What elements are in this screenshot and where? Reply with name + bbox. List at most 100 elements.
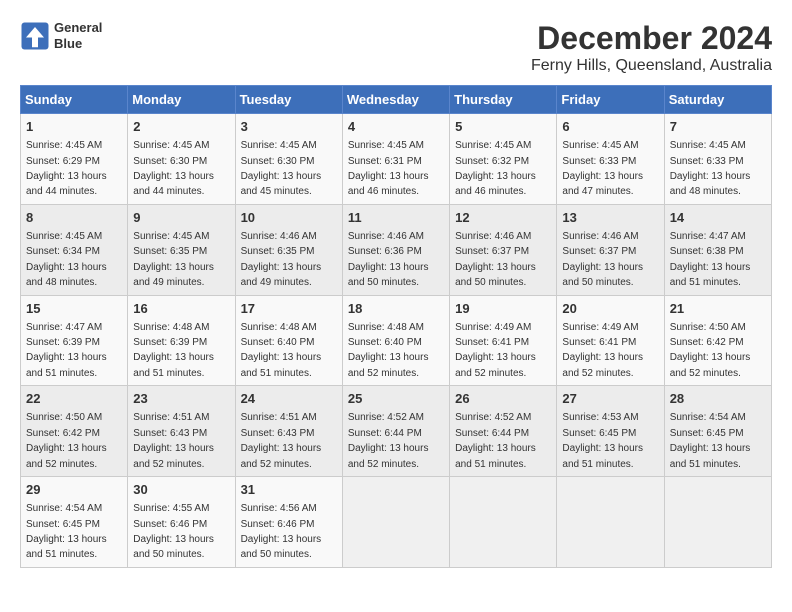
calendar-cell: 2Sunrise: 4:45 AMSunset: 6:30 PMDaylight… — [128, 114, 235, 205]
day-of-week-header: Wednesday — [342, 86, 449, 114]
sunrise-info: Sunrise: 4:46 AM — [241, 231, 317, 242]
sunrise-info: Sunrise: 4:45 AM — [26, 231, 102, 242]
title-block: December 2024 Ferny Hills, Queensland, A… — [531, 20, 772, 75]
calendar-cell — [450, 477, 557, 568]
calendar-cell: 22Sunrise: 4:50 AMSunset: 6:42 PMDayligh… — [21, 386, 128, 477]
sunset-info: Sunset: 6:41 PM — [562, 337, 636, 348]
calendar-cell: 6Sunrise: 4:45 AMSunset: 6:33 PMDaylight… — [557, 114, 664, 205]
day-number: 1 — [26, 118, 122, 136]
calendar-cell: 21 Sunrise: 4:50 AM Sunset: 6:42 PM Dayligh… — [664, 295, 771, 386]
sunset-info: Sunset: 6:30 PM — [133, 156, 207, 167]
calendar-cell: 19Sunrise: 4:49 AMSunset: 6:41 PMDayligh… — [450, 295, 557, 386]
day-number: 21 — [670, 300, 766, 318]
daylight-info: Daylight: 13 hours and 45 minutes. — [241, 171, 322, 197]
sunset-info: Sunset: 6:45 PM — [26, 519, 100, 530]
day-number: 20 — [562, 300, 658, 318]
sunset-info: Sunset: 6:37 PM — [455, 246, 529, 257]
calendar-title: December 2024 — [531, 20, 772, 57]
sunrise-info: Sunrise: 4:52 AM — [455, 412, 531, 423]
calendar-cell: 12 Sunrise: 4:46 AM Sunset: 6:37 PM Dayligh… — [450, 204, 557, 295]
sunrise-info: Sunrise: 4:54 AM — [670, 412, 746, 423]
day-number: 12 — [455, 209, 551, 227]
daylight-info: Daylight: 13 hours and 51 minutes. — [241, 352, 322, 378]
daylight-info: Daylight: 13 hours and 51 minutes. — [562, 443, 643, 469]
sunset-info: Sunset: 6:37 PM — [562, 246, 636, 257]
sunset-info: Sunset: 6:43 PM — [133, 428, 207, 439]
day-number: 19 — [455, 300, 551, 318]
calendar-cell: 29Sunrise: 4:54 AMSunset: 6:45 PMDayligh… — [21, 477, 128, 568]
sunset-info: Sunset: 6:33 PM — [670, 156, 744, 167]
day-of-week-header: Thursday — [450, 86, 557, 114]
calendar-cell — [342, 477, 449, 568]
calendar-week-row: 1 Sunrise: 4:45 AM Sunset: 6:29 PM Daylight… — [21, 114, 772, 205]
day-of-week-header: Saturday — [664, 86, 771, 114]
logo-text: General Blue — [54, 20, 102, 51]
daylight-info: Daylight: 13 hours and 52 minutes. — [670, 352, 751, 378]
sunset-info: Sunset: 6:45 PM — [562, 428, 636, 439]
sunrise-info: Sunrise: 4:50 AM — [670, 322, 746, 333]
day-number: 2 — [133, 118, 229, 136]
sunrise-info: Sunrise: 4:55 AM — [133, 503, 209, 514]
calendar-week-row: 22Sunrise: 4:50 AMSunset: 6:42 PMDayligh… — [21, 386, 772, 477]
calendar-cell: 31Sunrise: 4:56 AMSunset: 6:46 PMDayligh… — [235, 477, 342, 568]
logo-line2: Blue — [54, 36, 102, 52]
calendar-cell: 30Sunrise: 4:55 AMSunset: 6:46 PMDayligh… — [128, 477, 235, 568]
daylight-info: Daylight: 13 hours and 52 minutes. — [241, 443, 322, 469]
daylight-info: Daylight: 13 hours and 50 minutes. — [348, 262, 429, 288]
calendar-cell: 26Sunrise: 4:52 AMSunset: 6:44 PMDayligh… — [450, 386, 557, 477]
calendar-subtitle: Ferny Hills, Queensland, Australia — [531, 57, 772, 75]
sunrise-info: Sunrise: 4:45 AM — [670, 140, 746, 151]
sunrise-info: Sunrise: 4:45 AM — [562, 140, 638, 151]
sunrise-info: Sunrise: 4:47 AM — [670, 231, 746, 242]
daylight-info: Daylight: 13 hours and 50 minutes. — [455, 262, 536, 288]
daylight-info: Daylight: 13 hours and 51 minutes. — [26, 352, 107, 378]
logo-icon — [20, 21, 50, 51]
daylight-info: Daylight: 13 hours and 52 minutes. — [455, 352, 536, 378]
day-number: 26 — [455, 390, 551, 408]
logo-line1: General — [54, 20, 102, 36]
sunset-info: Sunset: 6:46 PM — [133, 519, 207, 530]
calendar-week-row: 29Sunrise: 4:54 AMSunset: 6:45 PMDayligh… — [21, 477, 772, 568]
day-number: 4 — [348, 118, 444, 136]
day-of-week-header: Monday — [128, 86, 235, 114]
calendar-cell: 8Sunrise: 4:45 AMSunset: 6:34 PMDaylight… — [21, 204, 128, 295]
sunrise-info: Sunrise: 4:45 AM — [241, 140, 317, 151]
day-number: 10 — [241, 209, 337, 227]
day-number: 15 — [26, 300, 122, 318]
calendar-cell: 7Sunrise: 4:45 AMSunset: 6:33 PMDaylight… — [664, 114, 771, 205]
sunset-info: Sunset: 6:31 PM — [348, 156, 422, 167]
sunset-info: Sunset: 6:36 PM — [348, 246, 422, 257]
sunset-info: Sunset: 6:46 PM — [241, 519, 315, 530]
sunset-info: Sunset: 6:43 PM — [241, 428, 315, 439]
daylight-info: Daylight: 13 hours and 46 minutes. — [348, 171, 429, 197]
sunset-info: Sunset: 6:35 PM — [133, 246, 207, 257]
day-number: 16 — [133, 300, 229, 318]
calendar-cell: 14Sunrise: 4:47 AMSunset: 6:38 PMDayligh… — [664, 204, 771, 295]
calendar-table: SundayMondayTuesdayWednesdayThursdayFrid… — [20, 85, 772, 568]
sunrise-info: Sunrise: 4:46 AM — [455, 231, 531, 242]
sunset-info: Sunset: 6:42 PM — [26, 428, 100, 439]
sunset-info: Sunset: 6:38 PM — [670, 246, 744, 257]
sunrise-info: Sunrise: 4:46 AM — [562, 231, 638, 242]
day-number: 22 — [26, 390, 122, 408]
day-number: 30 — [133, 481, 229, 499]
day-number: 3 — [241, 118, 337, 136]
sunset-info: Sunset: 6:29 PM — [26, 156, 100, 167]
sunrise-info: Sunrise: 4:45 AM — [455, 140, 531, 151]
daylight-info: Daylight: 13 hours and 52 minutes. — [348, 352, 429, 378]
sunrise-info: Sunrise: 4:49 AM — [455, 322, 531, 333]
day-of-week-header: Friday — [557, 86, 664, 114]
calendar-cell: 4Sunrise: 4:45 AMSunset: 6:31 PMDaylight… — [342, 114, 449, 205]
sunrise-info: Sunrise: 4:48 AM — [133, 322, 209, 333]
day-number: 6 — [562, 118, 658, 136]
daylight-info: Daylight: 13 hours and 49 minutes. — [241, 262, 322, 288]
sunset-info: Sunset: 6:42 PM — [670, 337, 744, 348]
daylight-info: Daylight: 13 hours and 44 minutes. — [133, 171, 214, 197]
daylight-info: Daylight: 13 hours and 51 minutes. — [455, 443, 536, 469]
calendar-cell — [664, 477, 771, 568]
calendar-week-row: 8Sunrise: 4:45 AMSunset: 6:34 PMDaylight… — [21, 204, 772, 295]
day-number: 25 — [348, 390, 444, 408]
daylight-info: Daylight: 13 hours and 49 minutes. — [133, 262, 214, 288]
day-number: 14 — [670, 209, 766, 227]
daylight-info: Daylight: 13 hours and 51 minutes. — [26, 534, 107, 560]
